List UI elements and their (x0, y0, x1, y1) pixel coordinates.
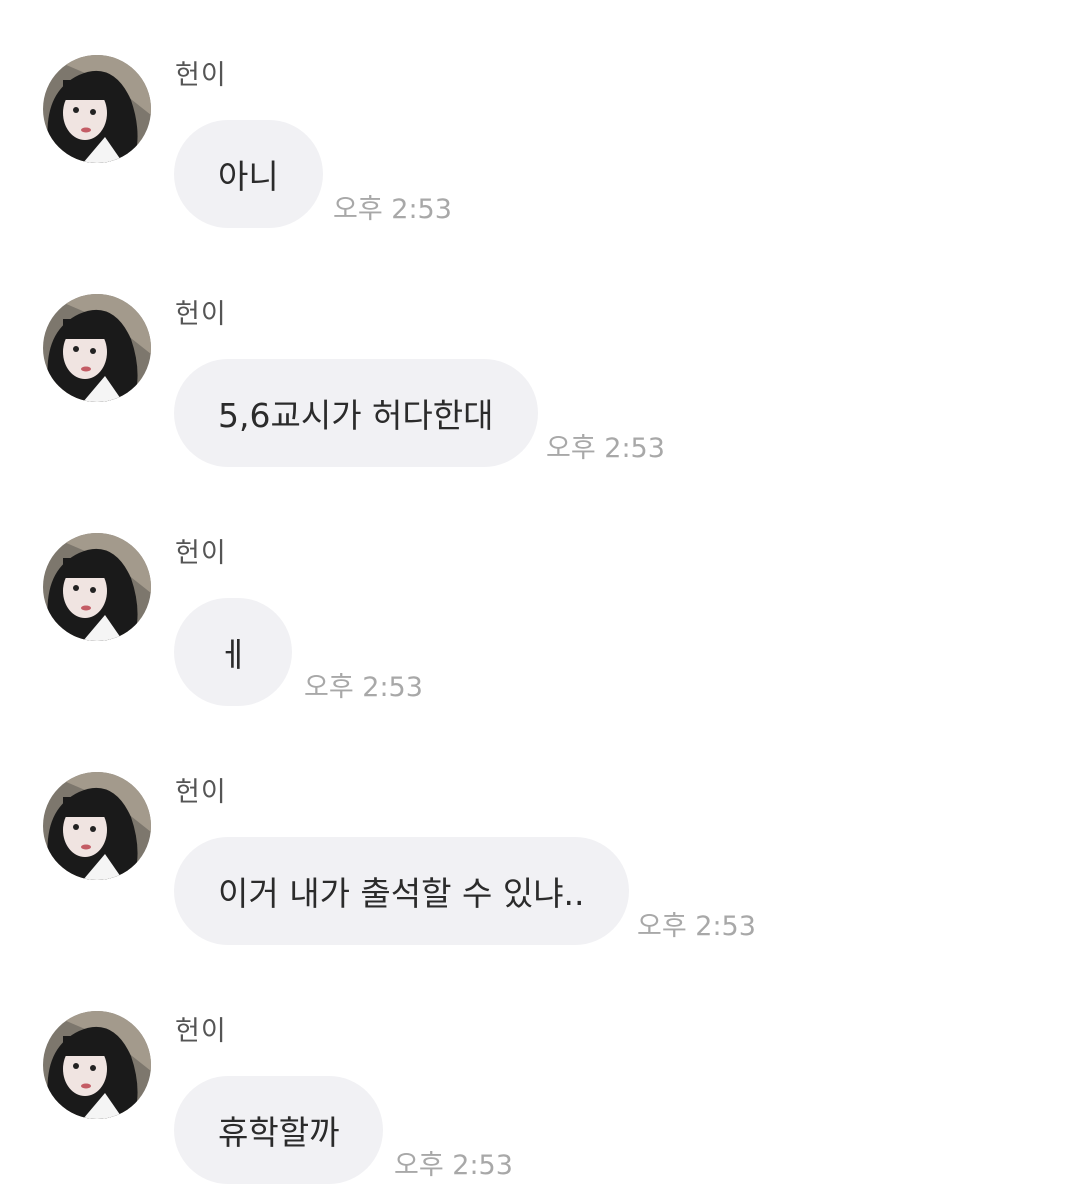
sender-name: 헌이 (175, 60, 227, 91)
avatar-photo (43, 772, 151, 880)
avatar-photo (43, 294, 151, 402)
avatar-photo (43, 1011, 151, 1119)
sender-name: 헌이 (175, 299, 227, 330)
message-row: 헌이 휴학할까 오후 2:53 (0, 956, 1091, 1184)
avatar[interactable] (43, 533, 151, 641)
avatar[interactable] (43, 294, 151, 402)
message-row: 헌이 아니 오후 2:53 (0, 0, 1091, 228)
sender-name: 헌이 (175, 777, 227, 808)
message-timestamp: 오후 2:53 (637, 911, 756, 942)
message-row: 헌이 이거 내가 출석할 수 있냐.. 오후 2:53 (0, 717, 1091, 945)
message-row: 헌이 5,6교시가 허다한대 오후 2:53 (0, 239, 1091, 467)
avatar[interactable] (43, 1011, 151, 1119)
message-row: 헌이 ㅔ 오후 2:53 (0, 478, 1091, 706)
avatar[interactable] (43, 55, 151, 163)
message-timestamp: 오후 2:53 (394, 1150, 513, 1181)
message-bubble[interactable]: 이거 내가 출석할 수 있냐.. (174, 837, 629, 945)
avatar-photo (43, 55, 151, 163)
avatar[interactable] (43, 772, 151, 880)
message-bubble[interactable]: ㅔ (174, 598, 293, 706)
message-bubble[interactable]: 아니 (174, 120, 323, 228)
message-bubble[interactable]: 5,6교시가 허다한대 (174, 359, 538, 467)
message-timestamp: 오후 2:53 (546, 433, 665, 464)
avatar-photo (43, 533, 151, 641)
message-timestamp: 오후 2:53 (304, 672, 423, 703)
message-bubble[interactable]: 휴학할까 (174, 1076, 384, 1184)
message-timestamp: 오후 2:53 (333, 194, 452, 225)
chat-message-list[interactable]: 헌이 아니 오후 2:53 헌이 5,6교시가 허다한대 오후 2:53 헌이 … (0, 0, 1091, 1200)
sender-name: 헌이 (175, 1016, 227, 1047)
sender-name: 헌이 (175, 538, 227, 569)
